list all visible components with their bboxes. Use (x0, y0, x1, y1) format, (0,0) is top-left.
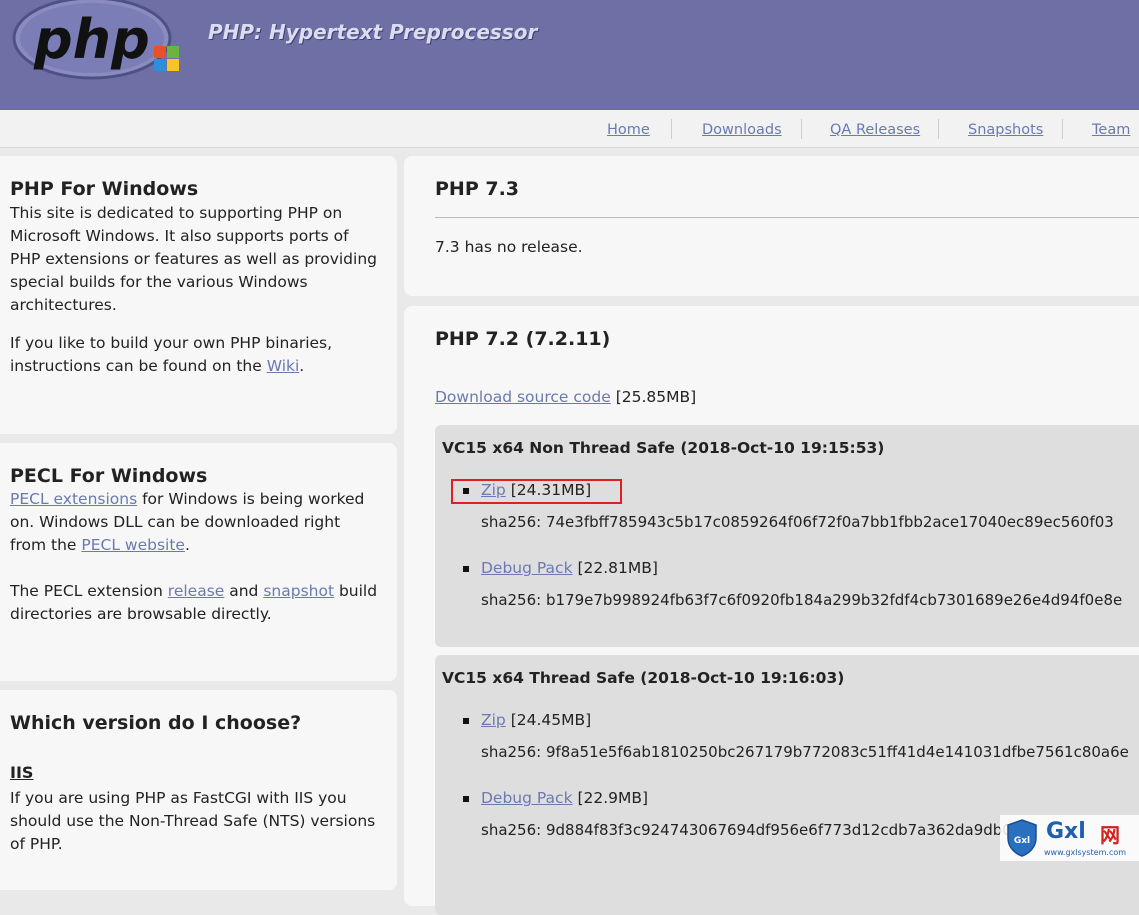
php72-title: PHP 7.2 (7.2.11) (435, 328, 611, 350)
build-ts-box: VC15 x64 Thread Safe (2018-Oct-10 19:16:… (435, 655, 1139, 915)
ts-zip-row: Zip [24.45MB] (481, 711, 591, 729)
ts-zip-size: [24.45MB] (510, 711, 592, 729)
watermark-brand: Gxl (1046, 819, 1086, 844)
nav-divider (938, 119, 939, 139)
build-nts-title: VC15 x64 Non Thread Safe (2018-Oct-10 19… (442, 439, 885, 457)
pecl-extensions-link[interactable]: PECL extensions (10, 490, 137, 508)
site-title: PHP: Hypertext Preprocessor (208, 20, 538, 44)
pecl-title: PECL For Windows (10, 465, 208, 487)
nav-divider (1062, 119, 1063, 139)
nav-divider (801, 119, 802, 139)
release-link[interactable]: release (168, 582, 225, 600)
nav-team[interactable]: Team (1092, 122, 1130, 138)
pecl-directories-text: The PECL extension release and snapshot … (10, 582, 378, 623)
build-ts-title: VC15 x64 Thread Safe (2018-Oct-10 19:16:… (442, 669, 845, 687)
ts-debug-sha256: sha256: 9d884f83f3c924743067694df956e6f7… (481, 821, 1030, 839)
php73-note: 7.3 has no release. (435, 238, 583, 256)
nts-debug-row: Debug Pack [22.81MB] (481, 559, 658, 577)
nts-zip-sha256: sha256: 74e3fbff785943c5b17c0859264f06f7… (481, 513, 1114, 531)
bullet (463, 566, 469, 572)
php-logo[interactable]: php (8, 0, 188, 84)
watermark-net-glyph: 网 (1100, 823, 1120, 847)
bullet (463, 718, 469, 724)
ts-debug-size: [22.9MB] (577, 789, 649, 807)
php-for-windows-intro: This site is dedicated to supporting PHP… (10, 204, 377, 314)
svg-text:php: php (33, 8, 150, 71)
iis-advice: If you are using PHP as FastCGI with IIS… (10, 789, 376, 853)
source-download-row: Download source code [25.85MB] (435, 388, 696, 406)
watermark-url: www.gxlsystem.com (1044, 848, 1127, 857)
php73-panel: PHP 7.3 7.3 has no release. (404, 156, 1139, 296)
nts-debug-sha256: sha256: b179e7b998924fb63f7c6f0920fb184a… (481, 591, 1123, 609)
ts-debug-pack-link[interactable]: Debug Pack (481, 789, 573, 807)
site-header: php PHP: Hypertext Preprocessor (0, 0, 1139, 110)
build-instructions-text: If you like to build your own PHP binari… (10, 334, 333, 375)
pecl-website-link[interactable]: PECL website (81, 536, 185, 554)
which-version-title: Which version do I choose? (10, 712, 302, 734)
watermark: Gxl Gxl 网 www.gxlsystem.com (1000, 815, 1139, 861)
ts-zip-link[interactable]: Zip (481, 711, 506, 729)
nts-debug-size: [22.81MB] (577, 559, 658, 577)
top-navbar: Home Downloads QA Releases Snapshots Tea… (0, 110, 1139, 148)
nav-divider (671, 119, 672, 139)
php73-title: PHP 7.3 (435, 178, 520, 200)
php-for-windows-panel: PHP For Windows This site is dedicated t… (0, 156, 397, 434)
divider (435, 217, 1139, 218)
shield-icon: Gxl (1007, 819, 1037, 857)
php-for-windows-title: PHP For Windows (10, 178, 199, 200)
nav-home[interactable]: Home (607, 122, 650, 138)
highlight-box (451, 479, 622, 504)
source-size: [25.85MB] (615, 388, 697, 406)
wiki-link[interactable]: Wiki (267, 357, 300, 375)
svg-text:Gxl: Gxl (1014, 836, 1030, 846)
iis-subtitle: IIS (10, 763, 34, 782)
snapshot-link[interactable]: snapshot (263, 582, 334, 600)
pecl-intro: PECL extensions for Windows is being wor… (10, 490, 365, 554)
ts-zip-sha256: sha256: 9f8a51e5f6ab1810250bc267179b7720… (481, 743, 1129, 761)
nav-qa-releases[interactable]: QA Releases (830, 122, 920, 138)
nav-downloads[interactable]: Downloads (702, 122, 782, 138)
nav-snapshots[interactable]: Snapshots (968, 122, 1043, 138)
bullet (463, 796, 469, 802)
ts-debug-row: Debug Pack [22.9MB] (481, 789, 648, 807)
pecl-for-windows-panel: PECL For Windows PECL extensions for Win… (0, 443, 397, 681)
build-nts-box: VC15 x64 Non Thread Safe (2018-Oct-10 19… (435, 425, 1139, 647)
nts-debug-pack-link[interactable]: Debug Pack (481, 559, 573, 577)
which-version-panel: Which version do I choose? IIS If you ar… (0, 690, 397, 890)
download-source-link[interactable]: Download source code (435, 388, 611, 406)
